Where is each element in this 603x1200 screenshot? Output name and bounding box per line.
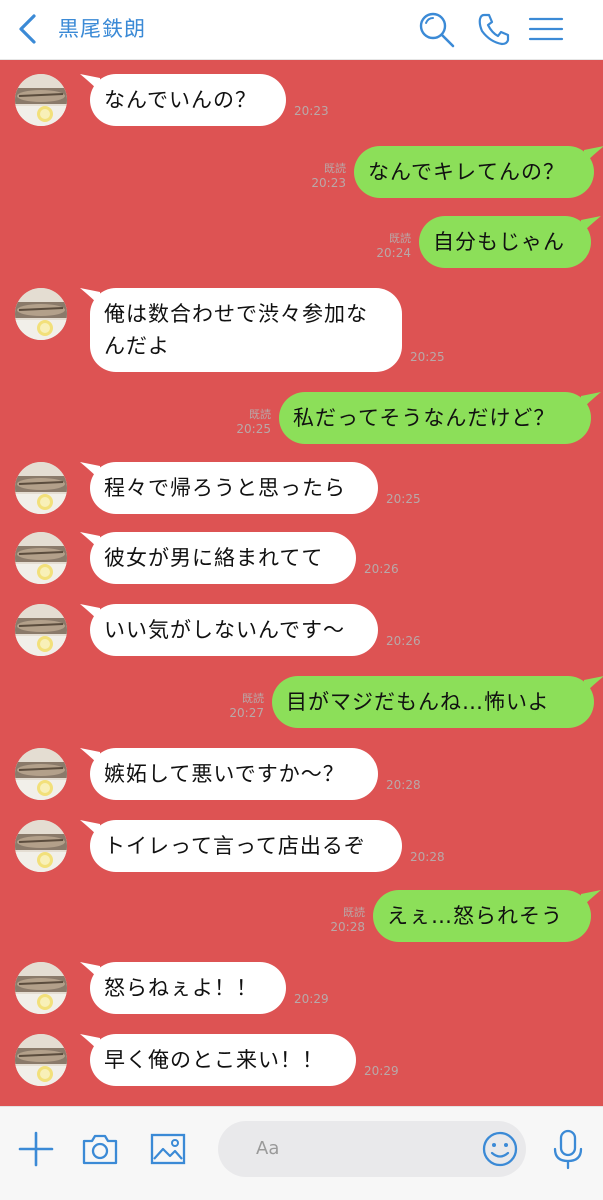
- avatar-photo: [15, 820, 67, 872]
- message-time: 20:26: [364, 562, 399, 576]
- message-row: 彼女が男に絡まれてて 20:26: [0, 532, 603, 584]
- message-row: なんでいんの？ 20:23: [0, 74, 603, 126]
- camera-icon[interactable]: [80, 1127, 120, 1171]
- menu-icon[interactable]: [526, 9, 566, 49]
- message-text: トイレって言って店出るぞ: [104, 834, 366, 858]
- message-time: 20:24: [376, 246, 411, 260]
- avatar[interactable]: [15, 748, 67, 800]
- avatar-photo: [15, 1034, 67, 1086]
- message-text: んだよ: [104, 334, 170, 358]
- avatar-photo: [15, 748, 67, 800]
- message-row: 既読 えぇ…怒られそう 20:28: [0, 890, 603, 942]
- message-time: 20:29: [364, 1064, 399, 1078]
- avatar[interactable]: [15, 462, 67, 514]
- read-receipt: 既読: [324, 162, 346, 175]
- chat-title: 黒尾鉄朗: [58, 17, 146, 41]
- message-time: 20:28: [330, 920, 365, 934]
- read-receipt: 既読: [242, 692, 264, 705]
- outgoing-message-bubble[interactable]: 目がマジだもんね…怖いよ: [272, 676, 594, 728]
- search-icon[interactable]: [416, 9, 456, 49]
- message-row: 既読 私だってそうなんだけど？ 20:25: [0, 392, 603, 444]
- outgoing-message-bubble[interactable]: なんでキレてんの？: [354, 146, 594, 198]
- message-row: 嫉妬して悪いですか〜？ 20:28: [0, 748, 603, 800]
- avatar[interactable]: [15, 532, 67, 584]
- message-text: いい気がしないんです〜: [104, 618, 345, 642]
- message-list[interactable]: なんでいんの？ 20:23 既読 なんでキレてんの？ 20:23 既読 自分もじゃん 20:2…: [0, 60, 603, 1106]
- message-time: 20:25: [236, 422, 271, 436]
- incoming-message-bubble[interactable]: 嫉妬して悪いですか〜？: [90, 748, 378, 800]
- message-text: 目がマジだもんね…怖いよ: [286, 690, 550, 714]
- chat-header: 黒尾鉄朗: [0, 0, 603, 60]
- message-row: 程々で帰ろうと思ったら 20:25: [0, 462, 603, 514]
- avatar-photo: [15, 288, 67, 340]
- avatar[interactable]: [15, 604, 67, 656]
- incoming-message-bubble[interactable]: 程々で帰ろうと思ったら: [90, 462, 378, 514]
- message-time: 20:28: [386, 778, 421, 792]
- message-time: 20:25: [410, 350, 445, 364]
- outgoing-message-bubble[interactable]: 私だってそうなんだけど？: [279, 392, 591, 444]
- avatar-photo: [15, 962, 67, 1014]
- message-text: 程々で帰ろうと思ったら: [104, 476, 346, 500]
- message-row: 既読 なんでキレてんの？ 20:23: [0, 146, 603, 198]
- message-row: トイレって言って店出るぞ 20:28: [0, 820, 603, 872]
- message-time: 20:23: [311, 176, 346, 190]
- input-bar: Aa: [0, 1106, 603, 1200]
- message-row: いい気がしないんです〜 20:26: [0, 604, 603, 656]
- message-text: 早く俺のとこ来い！！: [104, 1048, 324, 1072]
- avatar-photo: [15, 74, 67, 126]
- back-icon[interactable]: [14, 12, 44, 46]
- avatar[interactable]: [15, 288, 67, 340]
- avatar[interactable]: [15, 1034, 67, 1086]
- incoming-message-bubble[interactable]: なんでいんの？: [90, 74, 286, 126]
- message-time: 20:29: [294, 992, 329, 1006]
- incoming-message-bubble[interactable]: 俺は数合わせで渋々参加な んだよ: [90, 288, 402, 372]
- outgoing-message-bubble[interactable]: 自分もじゃん: [419, 216, 591, 268]
- message-time: 20:27: [229, 706, 264, 720]
- message-text: 私だってそうなんだけど？: [293, 406, 556, 430]
- message-time: 20:23: [294, 104, 329, 118]
- message-text: 怒らねぇよ！！: [104, 976, 258, 1000]
- message-time: 20:25: [386, 492, 421, 506]
- message-row: 怒らねぇよ！！ 20:29: [0, 962, 603, 1014]
- message-row: 早く俺のとこ来い！！ 20:29: [0, 1034, 603, 1086]
- phone-icon[interactable]: [474, 9, 514, 49]
- message-row: 既読 自分もじゃん 20:24: [0, 216, 603, 268]
- message-text: 俺は数合わせで渋々参加な: [104, 302, 368, 326]
- message-row: 既読 目がマジだもんね…怖いよ 20:27: [0, 676, 603, 728]
- message-text: なんでキレてんの？: [368, 160, 565, 184]
- message-time: 20:26: [386, 634, 421, 648]
- avatar-photo: [15, 604, 67, 656]
- read-receipt: 既読: [249, 408, 271, 421]
- incoming-message-bubble[interactable]: 彼女が男に絡まれてて: [90, 532, 356, 584]
- incoming-message-bubble[interactable]: いい気がしないんです〜: [90, 604, 378, 656]
- avatar-photo: [15, 462, 67, 514]
- incoming-message-bubble[interactable]: トイレって言って店出るぞ: [90, 820, 402, 872]
- avatar[interactable]: [15, 820, 67, 872]
- avatar[interactable]: [15, 962, 67, 1014]
- message-input-placeholder: Aa: [256, 1138, 280, 1159]
- incoming-message-bubble[interactable]: 早く俺のとこ来い！！: [90, 1034, 356, 1086]
- avatar[interactable]: [15, 74, 67, 126]
- message-text: 嫉妬して悪いですか〜？: [104, 762, 345, 786]
- message-text: えぇ…怒られそう: [387, 904, 563, 928]
- image-icon[interactable]: [148, 1127, 188, 1171]
- plus-icon[interactable]: [16, 1127, 56, 1171]
- read-receipt: 既読: [389, 232, 411, 245]
- outgoing-message-bubble[interactable]: えぇ…怒られそう: [373, 890, 591, 942]
- message-time: 20:28: [410, 850, 445, 864]
- message-text: 彼女が男に絡まれてて: [104, 546, 324, 570]
- message-text: なんでいんの？: [104, 88, 257, 112]
- incoming-message-bubble[interactable]: 怒らねぇよ！！: [90, 962, 286, 1014]
- message-text: 自分もじゃん: [433, 230, 565, 254]
- read-receipt: 既読: [343, 906, 365, 919]
- mic-icon[interactable]: [548, 1127, 588, 1171]
- message-row: 俺は数合わせで渋々参加な んだよ 20:25: [0, 288, 603, 372]
- avatar-photo: [15, 532, 67, 584]
- emoji-icon[interactable]: [480, 1127, 520, 1171]
